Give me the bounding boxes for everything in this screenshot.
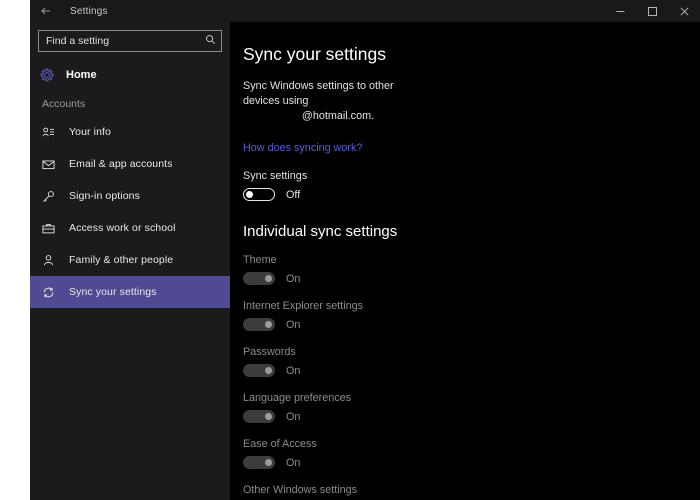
maximize-icon[interactable] <box>636 0 668 22</box>
toggle-knob <box>265 321 272 328</box>
sync-item-toggle-row: On <box>243 318 700 331</box>
sync-settings-label: Sync settings <box>243 170 700 182</box>
sidebar-item-label: Your info <box>69 126 111 138</box>
person-icon <box>42 254 60 267</box>
window-title: Settings <box>70 6 108 17</box>
gear-icon <box>40 68 60 82</box>
settings-window: Settings <box>30 0 700 500</box>
window-body: Home Accounts Your info <box>30 22 700 500</box>
sync-item-internet-explorer-settings: Internet Explorer settings On <box>243 300 700 331</box>
caption-buttons <box>604 0 700 22</box>
sync-settings-state: Off <box>286 189 300 201</box>
sidebar-item-home-label: Home <box>66 69 97 81</box>
description-line-2: @hotmail.com. <box>243 109 433 124</box>
sync-item-label: Internet Explorer settings <box>243 300 700 312</box>
sync-item-label: Ease of Access <box>243 438 700 450</box>
passwords-toggle[interactable] <box>243 364 275 377</box>
sidebar-item-home[interactable]: Home <box>30 62 230 88</box>
how-does-syncing-work-link[interactable]: How does syncing work? <box>243 142 362 154</box>
sync-item-toggle-row: On <box>243 272 700 285</box>
toggle-knob <box>265 413 272 420</box>
sidebar-item-label: Sync your settings <box>69 286 157 298</box>
toggle-knob <box>265 275 272 282</box>
main-content: Sync your settings Sync Windows settings… <box>230 22 700 500</box>
description-line-1: Sync Windows settings to other devices u… <box>243 80 394 107</box>
sync-item-state: On <box>286 273 300 285</box>
sidebar-group-label: Accounts <box>30 90 230 116</box>
sync-settings-toggle-row: Off <box>243 188 700 201</box>
sidebar-item-access-work-or-school[interactable]: Access work or school <box>30 212 230 244</box>
sidebar-item-label: Sign-in options <box>69 190 140 202</box>
envelope-icon <box>42 158 60 171</box>
sync-settings-toggle[interactable] <box>243 188 275 201</box>
sync-item-language-preferences: Language preferences On <box>243 392 700 423</box>
sync-item-toggle-row: On <box>243 456 700 469</box>
ease-of-access-toggle[interactable] <box>243 456 275 469</box>
minimize-icon[interactable] <box>604 0 636 22</box>
toggle-knob <box>246 191 253 198</box>
sidebar-item-label: Access work or school <box>69 222 176 234</box>
sidebar-item-label: Email & app accounts <box>69 158 173 170</box>
user-info-icon <box>42 126 60 139</box>
title-bar: Settings <box>30 0 700 22</box>
sync-item-state: On <box>286 411 300 423</box>
sync-item-passwords: Passwords On <box>243 346 700 377</box>
sync-item-ease-of-access: Ease of Access On <box>243 438 700 469</box>
sync-item-label: Language preferences <box>243 392 700 404</box>
search-input[interactable] <box>38 30 222 52</box>
sidebar: Home Accounts Your info <box>30 22 230 500</box>
sidebar-item-your-info[interactable]: Your info <box>30 116 230 148</box>
language-preferences-toggle[interactable] <box>243 410 275 423</box>
sidebar-item-sign-in-options[interactable]: Sign-in options <box>30 180 230 212</box>
sync-item-toggle-row: On <box>243 364 700 377</box>
sync-item-label: Passwords <box>243 346 700 358</box>
page-title: Sync your settings <box>243 44 700 65</box>
close-icon[interactable] <box>668 0 700 22</box>
theme-toggle[interactable] <box>243 272 275 285</box>
sidebar-item-label: Family & other people <box>69 254 173 266</box>
toggle-knob <box>265 367 272 374</box>
toggle-knob <box>265 459 272 466</box>
sidebar-item-family-other-people[interactable]: Family & other people <box>30 244 230 276</box>
sync-item-other-windows-settings: Other Windows settings On <box>243 484 700 500</box>
section-title-individual-sync: Individual sync settings <box>243 223 700 240</box>
page-description: Sync Windows settings to other devices u… <box>243 79 433 124</box>
sync-item-state: On <box>286 457 300 469</box>
back-arrow-icon[interactable] <box>30 0 62 22</box>
internet-explorer-settings-toggle[interactable] <box>243 318 275 331</box>
sidebar-item-sync-your-settings[interactable]: Sync your settings <box>30 276 230 308</box>
sync-icon <box>42 286 60 299</box>
sync-item-toggle-row: On <box>243 410 700 423</box>
sidebar-item-email-app-accounts[interactable]: Email & app accounts <box>30 148 230 180</box>
sync-item-state: On <box>286 365 300 377</box>
sync-item-theme: Theme On <box>243 254 700 285</box>
sync-item-label: Other Windows settings <box>243 484 700 496</box>
search-container <box>38 30 222 52</box>
sync-item-state: On <box>286 319 300 331</box>
briefcase-icon <box>42 222 60 235</box>
key-icon <box>42 190 60 203</box>
sync-item-label: Theme <box>243 254 700 266</box>
